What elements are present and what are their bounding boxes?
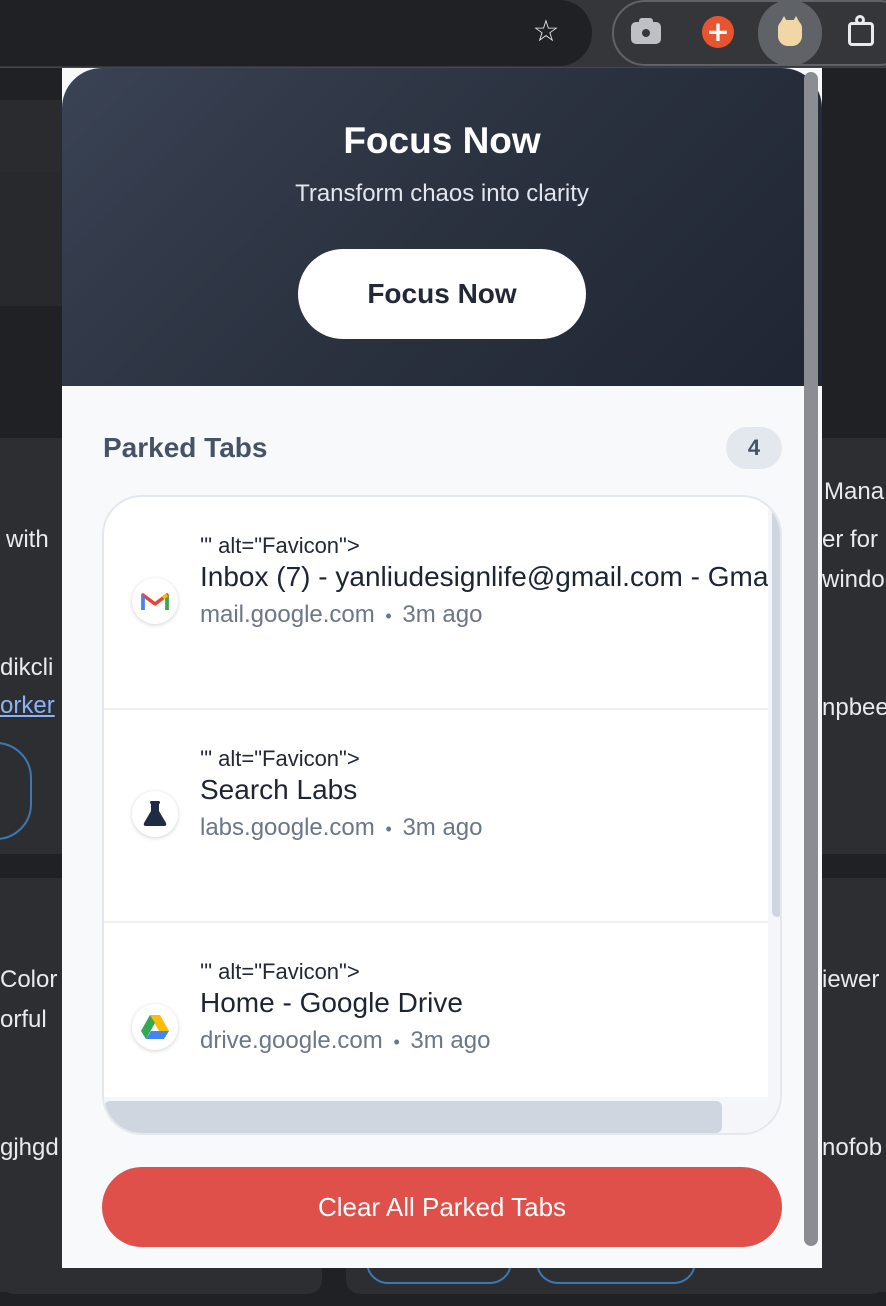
list-vertical-scrollbar[interactable]	[768, 497, 780, 1133]
meta-separator: •	[385, 819, 392, 839]
clear-all-parked-tabs-button[interactable]: Clear All Parked Tabs	[102, 1167, 782, 1247]
gmail-icon	[132, 578, 178, 624]
background-text: er for	[822, 526, 879, 553]
tab-title: Home - Google Drive	[200, 987, 463, 1018]
parked-tabs-list: '" alt="Favicon"> Inbox (7) - yanliudesi…	[102, 495, 782, 1135]
horizontal-scroll-thumb[interactable]	[104, 1101, 722, 1133]
search-labs-flask-icon	[132, 791, 178, 837]
background-card	[0, 878, 62, 1292]
background-text: iewer	[822, 966, 880, 993]
vertical-scroll-thumb[interactable]	[772, 499, 780, 917]
browser-toolbar: ☆ +	[0, 0, 886, 68]
favicon-alt-text: '" alt="Favicon">	[200, 746, 360, 771]
popup-title: Focus Now	[343, 120, 541, 161]
add-extension-icon[interactable]: +	[700, 14, 736, 50]
parked-tabs-heading: Parked Tabs	[103, 432, 268, 463]
hero-header: Focus Now Transform chaos into clarity F…	[62, 68, 822, 386]
parked-count-badge: 4	[726, 427, 782, 469]
background-text: dikcli	[0, 654, 54, 681]
meta-separator: •	[385, 606, 392, 626]
tab-domain: mail.google.com	[200, 601, 375, 628]
background-text: windo	[822, 566, 885, 593]
background-text: npbee	[822, 694, 886, 721]
camera-extension-icon[interactable]	[628, 14, 664, 50]
extensions-puzzle-icon[interactable]	[842, 14, 878, 50]
favicon-alt-text: '" alt="Favicon">	[200, 533, 360, 558]
tab-domain: labs.google.com	[200, 814, 375, 841]
tab-time: 3m ago	[402, 601, 483, 628]
meta-separator: •	[393, 1032, 400, 1052]
background-text: with	[6, 526, 49, 553]
background-card	[0, 172, 62, 306]
background-text: Color	[0, 966, 58, 993]
background-text: orful	[0, 1006, 47, 1033]
google-drive-icon	[132, 1004, 178, 1050]
tab-domain: drive.google.com	[200, 1027, 383, 1054]
tab-meta: labs.google.com • 3m ago	[200, 814, 483, 842]
bookmark-star-icon[interactable]: ☆	[528, 14, 564, 50]
tab-title: Search Labs	[200, 774, 358, 805]
parked-tab-item[interactable]: '" alt="Favicon"> Inbox (7) - yanliudesi…	[104, 497, 780, 710]
background-text: Mana	[824, 478, 885, 505]
tab-time: 3m ago	[410, 1027, 491, 1054]
tab-meta: mail.google.com • 3m ago	[200, 601, 482, 629]
popup-scrollbar[interactable]	[804, 72, 818, 1246]
background-card	[0, 1268, 322, 1294]
parked-tab-item[interactable]: '" alt="Favicon"> Search Labs labs.googl…	[104, 710, 768, 923]
background-card	[822, 878, 886, 1292]
focus-now-button[interactable]: Focus Now	[298, 249, 586, 339]
list-horizontal-scrollbar[interactable]	[104, 1097, 768, 1133]
tab-meta: drive.google.com • 3m ago	[200, 1027, 490, 1055]
tab-title: Inbox (7) - yanliudesignlife@gmail.com -…	[200, 561, 781, 592]
background-text: nofob	[822, 1134, 883, 1161]
tab-time: 3m ago	[402, 814, 483, 841]
extension-popup: Focus Now Transform chaos into clarity F…	[62, 68, 822, 1268]
background-text: gjhgd	[0, 1134, 59, 1161]
address-bar[interactable]	[0, 0, 592, 66]
popup-subtitle: Transform chaos into clarity	[295, 180, 589, 207]
background-link[interactable]: orker	[0, 692, 55, 720]
focus-now-cat-extension-icon[interactable]	[758, 0, 822, 66]
favicon-alt-text: '" alt="Favicon">	[200, 959, 360, 984]
